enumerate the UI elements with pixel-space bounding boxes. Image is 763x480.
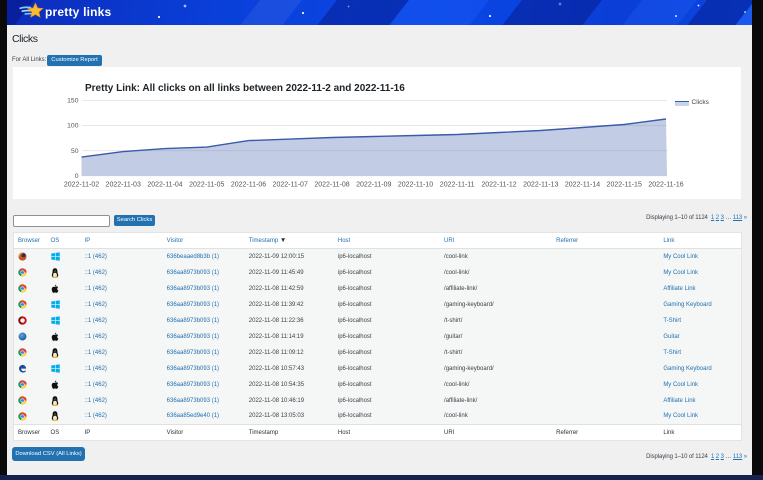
svg-text:2022-11-07: 2022-11-07 xyxy=(273,182,308,189)
svg-text:2022-11-13: 2022-11-13 xyxy=(523,182,558,189)
svg-text:2022-11-08: 2022-11-08 xyxy=(314,182,349,189)
svg-text:2022-11-14: 2022-11-14 xyxy=(565,182,600,189)
svg-text:0: 0 xyxy=(75,173,79,180)
svg-text:2022-11-03: 2022-11-03 xyxy=(106,182,141,189)
svg-text:2022-11-09: 2022-11-09 xyxy=(356,182,391,189)
svg-text:50: 50 xyxy=(71,148,79,155)
svg-text:2022-11-04: 2022-11-04 xyxy=(147,182,182,189)
svg-text:150: 150 xyxy=(67,98,79,105)
svg-text:2022-11-11: 2022-11-11 xyxy=(440,182,475,189)
svg-text:2022-11-15: 2022-11-15 xyxy=(607,182,642,189)
svg-text:2022-11-05: 2022-11-05 xyxy=(189,182,224,189)
svg-text:2022-11-16: 2022-11-16 xyxy=(648,182,683,189)
svg-text:2022-11-10: 2022-11-10 xyxy=(398,182,433,189)
svg-text:100: 100 xyxy=(67,123,79,130)
svg-text:2022-11-06: 2022-11-06 xyxy=(231,182,266,189)
svg-text:2022-11-12: 2022-11-12 xyxy=(481,182,516,189)
svg-text:2022-11-02: 2022-11-02 xyxy=(64,182,99,189)
